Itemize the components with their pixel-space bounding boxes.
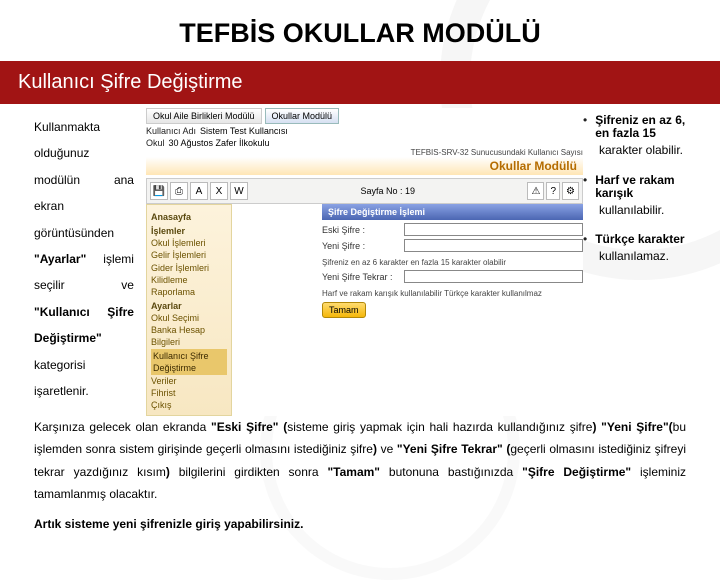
save-icon[interactable]: 💾	[150, 182, 168, 200]
sidebar-heading: Anasayfa	[151, 211, 227, 223]
old-password-input[interactable]	[404, 223, 583, 236]
tab-okullar-modulu[interactable]: Okullar Modülü	[265, 108, 340, 124]
error-report-icon[interactable]: ⚠	[527, 182, 544, 200]
toolbar: 💾⎙AXWSayfa No : 19⚠?⚙	[146, 178, 583, 204]
server-info: TEFBIS-SRV-32 Sunucusundaki Kullanıcı Sa…	[146, 148, 583, 157]
panel-title: Şifre Değiştirme İşlemi	[322, 204, 583, 220]
instruction-text: Kullanmakta olduğunuz modülün ana ekran …	[34, 114, 134, 404]
page-number: Sayfa No : 19	[250, 186, 526, 196]
sidebar-item[interactable]: Gider İşlemleri	[151, 262, 227, 274]
sidebar-item[interactable]: Kullanıcı Şifre Değiştirme	[151, 349, 227, 375]
new-password-input[interactable]	[404, 239, 583, 252]
sidebar: Anasayfa İşlemlerOkul İşlemleriGelir İşle…	[146, 204, 232, 416]
school-value: 30 Ağustos Zafer İlkokulu	[169, 138, 583, 148]
sidebar-item[interactable]: Okul İşlemleri	[151, 237, 227, 249]
rules-list: •Şifreniz en az 6, en fazla 15 karakter …	[583, 114, 702, 264]
rule-1a: Şifreniz en az 6, en fazla 15	[595, 114, 702, 140]
paragraph-1: Karşınıza gelecek olan ekranda "Eski Şif…	[34, 416, 686, 505]
help-icon[interactable]: ?	[546, 182, 560, 200]
username-label: Kullanıcı Adı	[146, 126, 196, 136]
sidebar-heading: İşlemler	[151, 225, 227, 237]
export-pdf-icon[interactable]: A	[190, 182, 208, 200]
rule-3b: kullanılamaz.	[599, 250, 669, 263]
rule-3a: Türkçe karakter	[595, 233, 684, 246]
new-password2-label: Yeni Şifre Tekrar :	[322, 272, 400, 282]
sidebar-item[interactable]: Kilidleme	[151, 274, 227, 286]
rule-2a: Harf ve rakam karışık	[595, 174, 702, 200]
print-icon[interactable]: ⎙	[170, 182, 188, 200]
sidebar-item[interactable]: Okul Seçimi	[151, 312, 227, 324]
export-excel-icon[interactable]: X	[210, 182, 228, 200]
page-title: TEFBİS OKULLAR MODÜLÜ	[0, 0, 720, 61]
sidebar-item[interactable]: Çıkış	[151, 399, 227, 411]
school-label: Okul	[146, 138, 165, 148]
sidebar-item[interactable]: Fihrist	[151, 387, 227, 399]
helper-text-1: Şifreniz en az 6 karakter en fazla 15 ka…	[322, 258, 583, 267]
new-password-label: Yeni Şifre :	[322, 241, 400, 251]
rule-1b: karakter olabilir.	[599, 144, 683, 157]
export-word-icon[interactable]: W	[230, 182, 248, 200]
helper-text-2: Harf ve rakam karışık kullanılabilir Tür…	[322, 289, 583, 298]
paragraph-2: Artık sisteme yeni şifrenizle giriş yapa…	[34, 513, 686, 535]
section-heading: Kullanıcı Şifre Değiştirme	[0, 61, 720, 104]
submit-button[interactable]: Tamam	[322, 302, 366, 318]
sidebar-item[interactable]: Veriler	[151, 375, 227, 387]
username-value: Sistem Test Kullancısı	[200, 126, 583, 136]
old-password-label: Eski Şifre :	[322, 225, 400, 235]
sidebar-item[interactable]: Raporlama	[151, 286, 227, 298]
sidebar-heading: Ayarlar	[151, 300, 227, 312]
tab-okul-aile[interactable]: Okul Aile Birlikleri Modülü	[146, 108, 262, 124]
new-password2-input[interactable]	[404, 270, 583, 283]
module-header: Okullar Modülü	[146, 157, 583, 175]
app-screenshot: Okul Aile Birlikleri Modülü Okullar Modü…	[146, 108, 583, 416]
sidebar-item[interactable]: Gelir İşlemleri	[151, 249, 227, 261]
settings-icon[interactable]: ⚙	[562, 182, 579, 200]
rule-2b: kullanılabilir.	[599, 204, 664, 217]
sidebar-item[interactable]: Banka Hesap Bilgileri	[151, 324, 227, 348]
